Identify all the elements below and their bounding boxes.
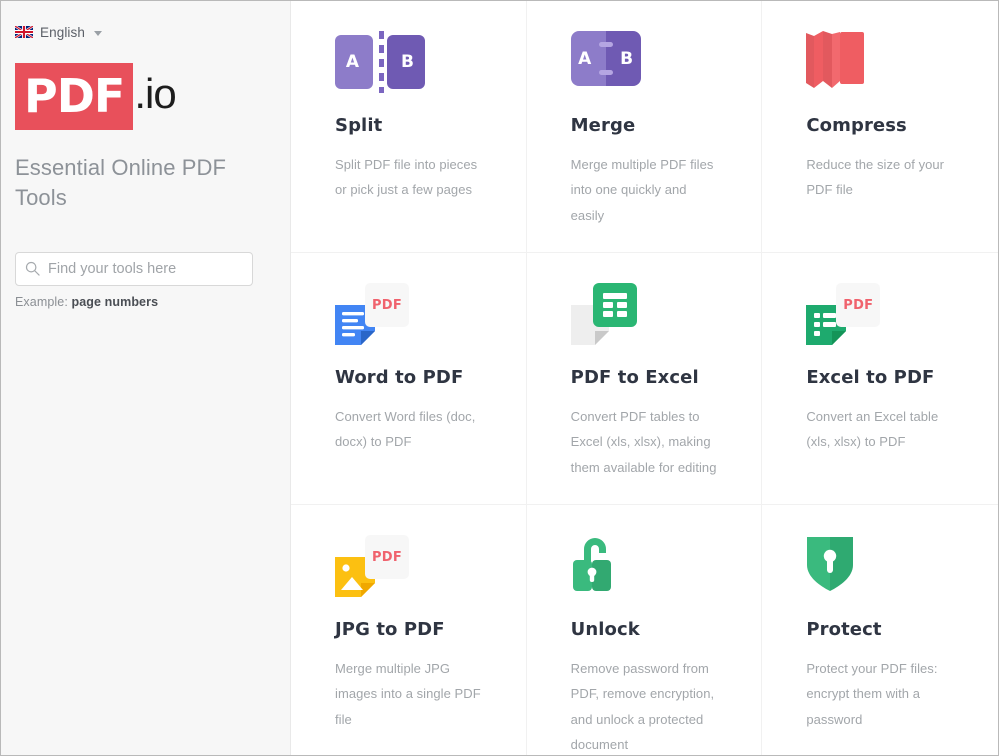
icon-area [806, 31, 954, 107]
tool-card-word-to-pdf[interactable]: PDF Word to PDF Convert Word files (doc,… [291, 253, 527, 505]
tool-description: Merge multiple PDF files into one quickl… [570, 157, 714, 223]
search-box [15, 251, 253, 286]
tagline: Essential Online PDF Tools [15, 155, 227, 211]
tool-card-compress[interactable]: Compress Reduce the size of your PDF fil… [762, 1, 998, 253]
icon-area [571, 535, 718, 611]
tool-card-split[interactable]: A B Split Split PDF file into pieces or … [291, 1, 527, 253]
icon-area [570, 283, 718, 359]
shield-key-icon [807, 537, 854, 591]
tool-description: Convert PDF tables to Excel (xls, xlsx),… [570, 409, 717, 475]
merge-icon-bar-top [598, 42, 613, 47]
tool-card-jpg-to-pdf[interactable]: PDF JPG to PDF Merge multiple JPG images… [291, 505, 527, 755]
tool-description: Convert Word files (doc, docx) to PDF [335, 409, 476, 450]
tool-description: Reduce the size of your PDF file [806, 157, 945, 198]
tool-description: Remove password from PDF, remove encrypt… [570, 661, 715, 753]
logo-mark: PDF [15, 62, 134, 130]
tool-title: Compress [806, 115, 907, 136]
icon-area: PDF [806, 283, 954, 359]
tool-description: Merge multiple JPG images into a single … [335, 661, 481, 727]
excel-sheet-badge [592, 283, 637, 327]
search-example: Example: page numbers [15, 295, 276, 309]
merge-icon-bar-bottom [598, 70, 613, 75]
uk-flag-icon [15, 26, 33, 38]
tool-description: Protect your PDF files: encrypt them wit… [806, 661, 938, 727]
tool-card-merge[interactable]: A B Merge Merge multiple PDF files into … [526, 1, 763, 253]
table-grid-icon [602, 293, 627, 317]
open-padlock-icon [572, 538, 611, 591]
pdf-badge: PDF [836, 283, 881, 327]
tool-description: Convert an Excel table (xls, xlsx) to PD… [806, 409, 939, 450]
merge-icon-label-right: B [620, 48, 634, 69]
language-selector[interactable]: English [15, 23, 102, 41]
tool-description: Split PDF file into pieces or pick just … [335, 157, 478, 198]
merge-icon-label-left: A [578, 48, 592, 69]
tool-title: Merge [570, 115, 636, 136]
word-to-pdf-icon: PDF [335, 283, 415, 345]
pdf-badge: PDF [365, 535, 409, 579]
logo-suffix: .io [134, 70, 176, 117]
pdf-to-excel-icon [570, 283, 645, 345]
example-prefix: Example: [15, 294, 68, 309]
icon-area: A B [335, 31, 482, 107]
language-label: English [40, 24, 85, 40]
icon-area: PDF [335, 283, 482, 359]
tool-title: Excel to PDF [806, 367, 935, 388]
tool-card-pdf-to-excel[interactable]: PDF to Excel Convert PDF tables to Excel… [526, 253, 763, 505]
tool-card-unlock[interactable]: Unlock Remove password from PDF, remove … [526, 505, 763, 755]
split-icon: A B [335, 31, 427, 93]
chevron-down-icon [93, 30, 102, 36]
split-icon-label-right: B [387, 35, 425, 89]
search-input[interactable] [15, 251, 253, 286]
example-term-link[interactable]: page numbers [71, 295, 158, 309]
tool-title: PDF to Excel [570, 367, 699, 388]
tools-grid: A B Split Split PDF file into pieces or … [291, 1, 998, 755]
icon-area [806, 535, 954, 611]
excel-to-pdf-icon: PDF [806, 283, 886, 345]
split-icon-label-left: A [335, 35, 373, 89]
sidebar: English PDF .io Essential Online PDF Too… [1, 1, 291, 755]
split-icon-dashed-line [379, 31, 384, 93]
tool-title: Protect [806, 619, 882, 640]
merge-icon: A B [570, 31, 641, 86]
jpg-to-pdf-icon: PDF [335, 535, 415, 597]
pdf-badge: PDF [365, 283, 409, 327]
icon-area: A B [570, 31, 718, 107]
tool-title: Unlock [570, 619, 640, 640]
tool-card-protect[interactable]: Protect Protect your PDF files: encrypt … [762, 505, 998, 755]
tool-title: JPG to PDF [335, 619, 445, 640]
tool-card-excel-to-pdf[interactable]: PDF Excel to PDF Convert an Excel table … [762, 253, 998, 505]
logo[interactable]: PDF .io [15, 62, 177, 130]
icon-area: PDF [335, 535, 482, 611]
tool-title: Word to PDF [335, 367, 464, 388]
tool-title: Split [335, 115, 383, 136]
app-window: English PDF .io Essential Online PDF Too… [0, 0, 999, 756]
compress-icon [806, 31, 865, 88]
